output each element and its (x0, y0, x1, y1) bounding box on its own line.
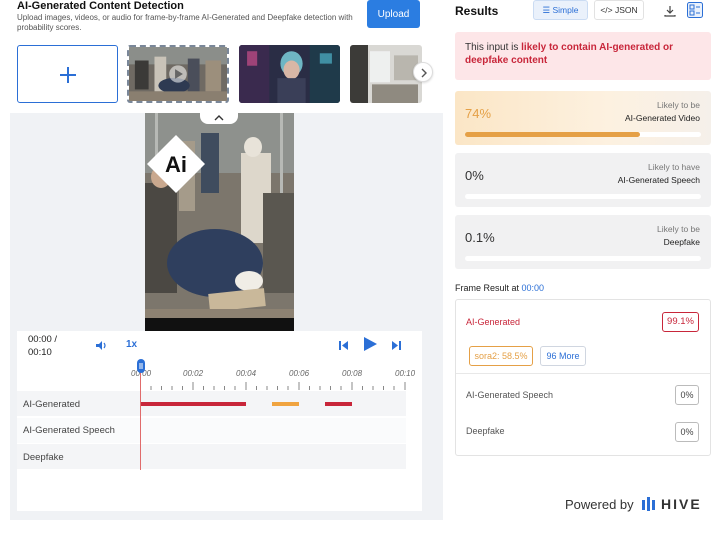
score-percent: 74% (465, 106, 492, 121)
score-category: AI-Generated Speech (617, 175, 700, 185)
layout-toggle-button[interactable] (687, 2, 703, 23)
tab-simple[interactable]: ☰ Simple (533, 0, 588, 20)
score-caption: Likely to have (648, 162, 700, 172)
play-button[interactable] (362, 336, 378, 357)
frame-deepfake-score: 0% (675, 422, 699, 442)
previous-button[interactable] (338, 338, 349, 356)
playhead-line (140, 370, 141, 470)
chevron-right-icon (421, 68, 427, 78)
frame-speech-label: AI-Generated Speech (466, 390, 554, 400)
alert-prefix: This input is (465, 42, 522, 53)
plus-icon (60, 67, 76, 83)
layout-icon (687, 2, 703, 18)
score-bar-track (465, 194, 701, 199)
skip-forward-icon (392, 341, 401, 350)
tab-simple-label: Simple (552, 4, 579, 15)
tick-label: 00:02 (183, 369, 204, 378)
track-label: AI-Generated (23, 399, 81, 410)
volume-button[interactable] (95, 338, 108, 356)
media-thumbnail-subway[interactable] (127, 45, 229, 103)
download-icon (664, 6, 676, 17)
detection-segment-high[interactable] (325, 402, 352, 406)
frame-ai-label: AI-Generated (466, 317, 521, 327)
thumbnails-next-button[interactable] (413, 62, 433, 82)
hive-brand: HIVE (661, 496, 702, 512)
tick-label: 00:06 (289, 369, 310, 378)
frame-ai-score: 99.1% (662, 312, 699, 332)
more-models-button[interactable]: 96 More (540, 346, 586, 366)
score-caption: Likely to be (657, 100, 700, 110)
add-media-button[interactable] (17, 45, 118, 103)
score-card-ai-video: 74% Likely to be AI-Generated Video (455, 91, 711, 145)
frame-deepfake-label: Deepfake (466, 426, 505, 436)
ai-badge-text: Ai (165, 152, 187, 177)
ai-watermark-badge: Ai (145, 133, 207, 195)
playback-speed-button[interactable]: 1x (126, 339, 137, 350)
score-card-ai-speech: 0% Likely to have AI-Generated Speech (455, 153, 711, 207)
frame-speech-score: 0% (675, 385, 699, 405)
timeline-ruler[interactable] (140, 380, 408, 390)
subway-thumbnail-image (129, 47, 227, 101)
tick-label: 00:04 (236, 369, 257, 378)
total-time: 00:10 (28, 347, 52, 358)
time-display: 00:00 / 00:10 (28, 333, 57, 359)
results-title: Results (455, 4, 499, 18)
cyberpunk-thumbnail-image (239, 45, 340, 103)
download-button[interactable] (664, 4, 676, 22)
score-category: AI-Generated Video (625, 113, 700, 123)
play-icon (364, 337, 377, 351)
page-subtitle: Upload images, videos, or audio for fram… (17, 13, 353, 32)
tab-json[interactable]: </> JSON (594, 0, 644, 20)
score-card-deepfake: 0.1% Likely to be Deepfake (455, 215, 711, 269)
detection-segment-high[interactable] (141, 402, 246, 406)
kitchen-thumbnail-image (350, 45, 422, 103)
chevron-up-icon (214, 115, 224, 121)
playhead-handle[interactable] (137, 359, 145, 373)
powered-by-text: Powered by (565, 497, 634, 512)
score-bar-track (465, 256, 701, 261)
list-icon: ☰ (542, 4, 551, 15)
media-thumbnail-kitchen[interactable] (350, 45, 422, 103)
media-thumbnail-cyberpunk[interactable] (239, 45, 340, 103)
grip-icon (139, 363, 143, 369)
collapse-toggle[interactable] (200, 112, 238, 124)
tick-label: 00:08 (342, 369, 363, 378)
score-bar-fill (465, 132, 640, 137)
model-chip-sora[interactable]: sora2: 58.5% (469, 346, 533, 366)
detection-segment-medium[interactable] (272, 402, 299, 406)
score-caption: Likely to be (657, 224, 700, 234)
tick-label: 00:10 (395, 369, 416, 378)
frame-result-prefix: Frame Result at (455, 283, 522, 293)
page-title: AI-Generated Content Detection (17, 0, 184, 12)
frame-result-label: Frame Result at 00:00 (455, 283, 544, 293)
score-category: Deepfake (663, 237, 700, 247)
score-percent: 0.1% (465, 230, 495, 245)
track-label: Deepfake (23, 452, 64, 463)
score-percent: 0% (465, 168, 484, 183)
volume-icon (96, 341, 106, 350)
frame-result-time[interactable]: 00:00 (522, 283, 545, 293)
hive-logo-icon (641, 495, 659, 518)
current-time: 00:00 / (28, 334, 58, 345)
skip-back-icon (339, 341, 348, 350)
track-label: AI-Generated Speech (23, 425, 115, 436)
upload-button[interactable]: Upload (367, 0, 420, 28)
track-row-deepfake[interactable] (17, 444, 406, 469)
verdict-alert: This input is likely to contain AI-gener… (455, 32, 711, 80)
next-button[interactable] (391, 338, 402, 356)
